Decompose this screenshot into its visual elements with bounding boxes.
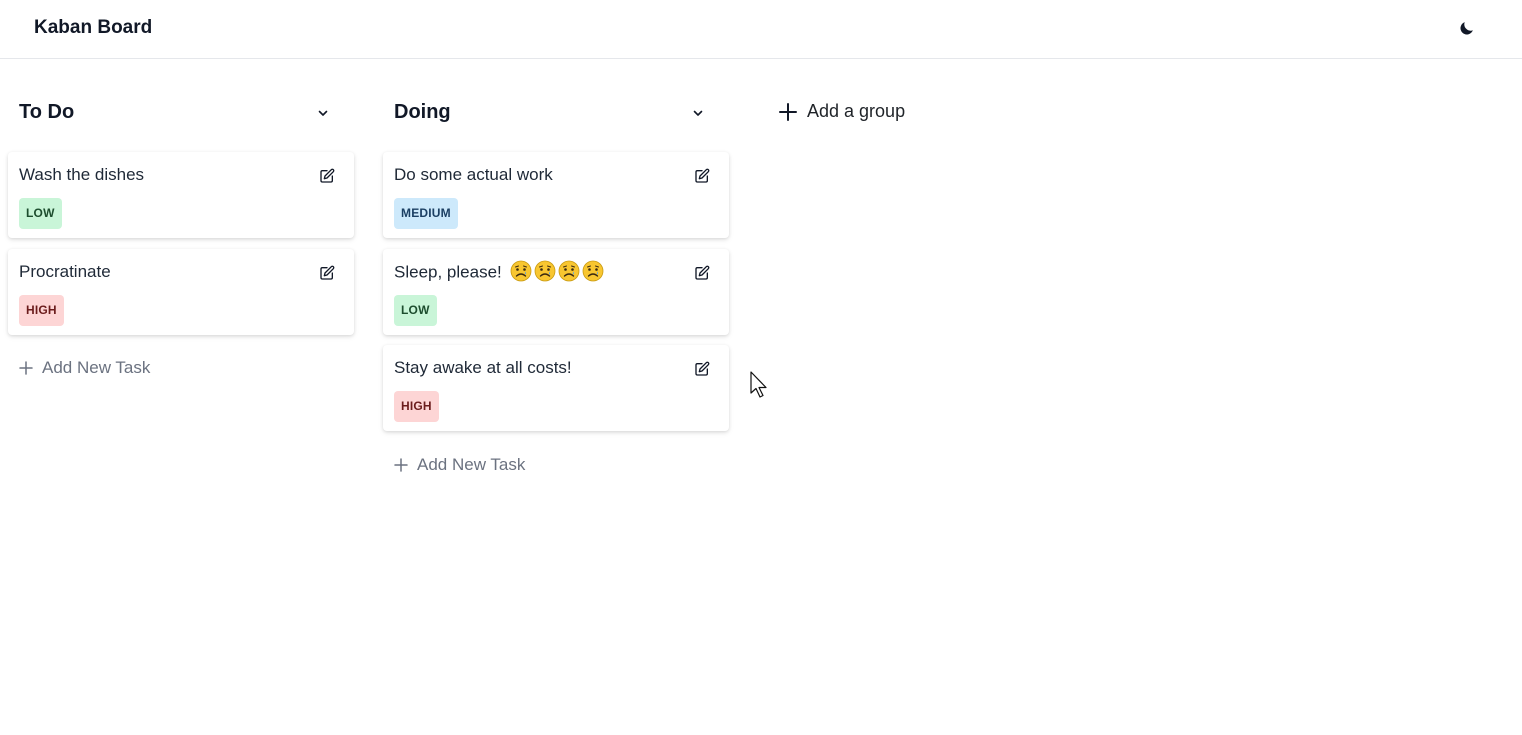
task-card[interactable]: Procratinate HIGH <box>8 249 354 335</box>
chevron-down-icon[interactable] <box>312 102 334 124</box>
task-card[interactable]: Do some actual work MEDIUM <box>383 152 729 238</box>
column-header: Doing <box>383 90 729 136</box>
task-card[interactable]: Sleep, please! LOW <box>383 249 729 335</box>
add-task-label: Add New Task <box>417 455 526 474</box>
edit-icon[interactable] <box>692 359 712 379</box>
add-task-button[interactable]: Add New Task <box>18 358 150 378</box>
edit-icon[interactable] <box>692 263 712 283</box>
column-title: Doing <box>394 101 451 123</box>
sad-face-icon <box>535 260 556 282</box>
column-doing: Doing Do some actual work MEDIUM Sleep, … <box>383 90 729 474</box>
task-title: Do some actual work <box>394 165 553 184</box>
sad-face-icon <box>511 260 532 282</box>
edit-icon[interactable] <box>317 166 337 186</box>
priority-badge: LOW <box>19 198 62 229</box>
add-task-label: Add New Task <box>42 358 151 377</box>
priority-badge: HIGH <box>19 295 64 326</box>
sad-face-icon <box>583 260 604 282</box>
column-header: To Do <box>8 90 354 136</box>
top-bar: Kaban Board <box>0 0 1522 59</box>
edit-icon[interactable] <box>692 166 712 186</box>
chevron-down-icon[interactable] <box>687 102 709 124</box>
column-todo: To Do Wash the dishes LOW Procratinate H… <box>8 90 354 377</box>
plus-icon <box>394 458 408 472</box>
plus-icon <box>779 102 797 121</box>
add-group-button[interactable]: Add a group <box>778 101 905 122</box>
add-group-label: Add a group <box>807 101 906 121</box>
task-title: Stay awake at all costs! <box>394 358 572 377</box>
moon-icon[interactable] <box>1454 16 1478 40</box>
task-card[interactable]: Wash the dishes LOW <box>8 152 354 238</box>
mouse-cursor-icon <box>750 371 767 398</box>
sad-emoji-group <box>510 260 604 282</box>
task-card[interactable]: Stay awake at all costs! HIGH <box>383 345 729 431</box>
edit-icon[interactable] <box>317 263 337 283</box>
priority-badge: HIGH <box>394 391 439 422</box>
add-task-button[interactable]: Add New Task <box>393 455 525 475</box>
app-title: Kaban Board <box>34 17 153 38</box>
plus-icon <box>19 361 33 375</box>
priority-badge: LOW <box>394 295 437 326</box>
task-title-text: Sleep, please! <box>394 262 502 282</box>
task-title: Wash the dishes <box>19 165 145 184</box>
sad-face-icon <box>559 260 580 282</box>
priority-badge: MEDIUM <box>394 198 458 229</box>
task-title: Sleep, please! <box>394 260 604 284</box>
task-title: Procratinate <box>19 262 111 281</box>
column-title: To Do <box>19 101 75 123</box>
